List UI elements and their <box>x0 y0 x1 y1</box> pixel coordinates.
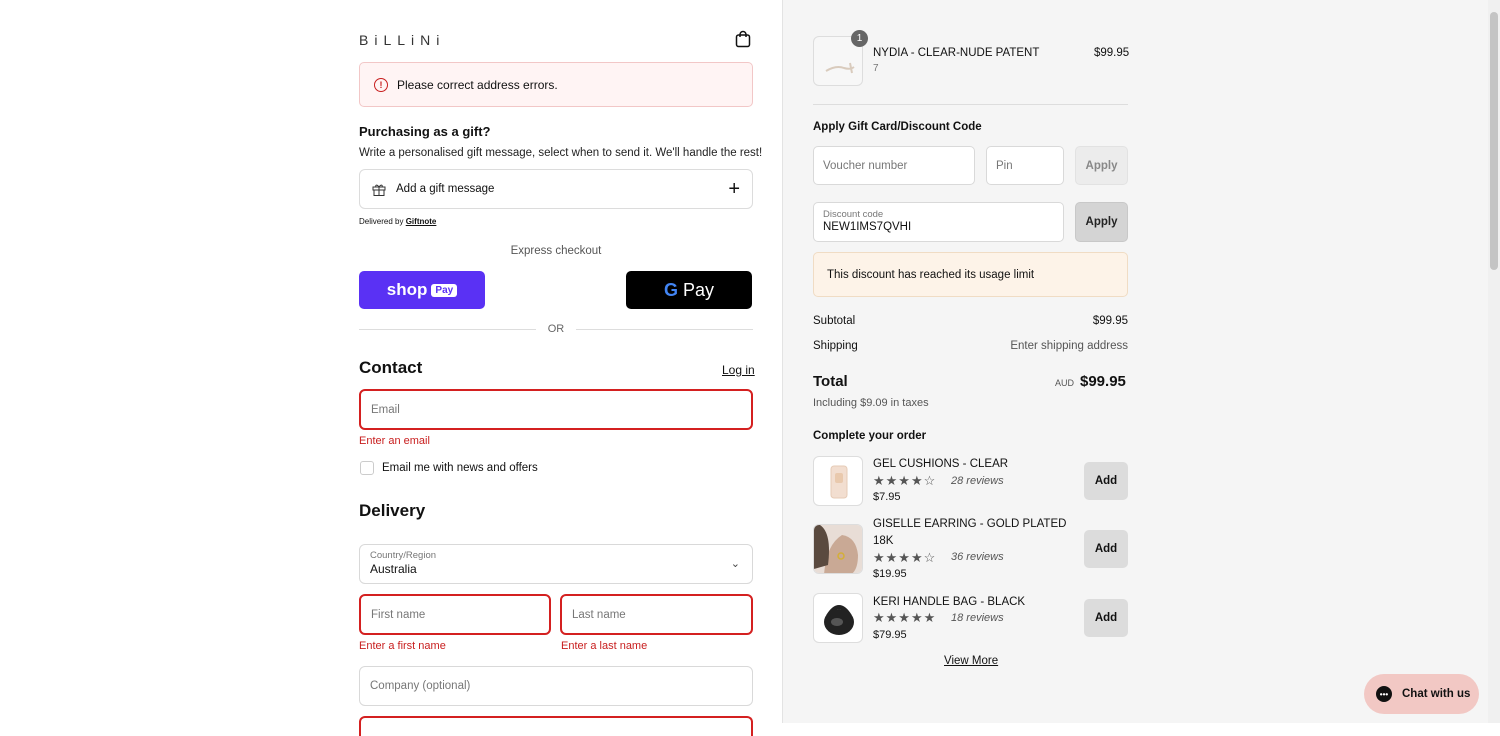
total-currency: AUD <box>1055 378 1075 388</box>
rating-stars: ★★★★★ <box>873 610 937 625</box>
upsell-item-name-line2: 18K <box>873 535 894 547</box>
rating-stars: ★★★★☆ <box>873 550 937 565</box>
chevron-down-icon: ⌄ <box>730 558 740 570</box>
country-select[interactable]: Country/Region Australia ⌄ <box>359 544 753 584</box>
upsell-item-image <box>813 456 863 506</box>
company-field[interactable]: Company (optional) <box>359 666 753 706</box>
total-label: Total <box>813 373 848 390</box>
or-label: OR <box>547 323 565 335</box>
quantity-badge: 1 <box>851 30 868 47</box>
add-upsell-button[interactable]: Add <box>1084 599 1128 637</box>
shop-pay-wordmark: shop <box>386 280 428 299</box>
black-bag-image <box>824 605 854 635</box>
google-pay-label: Pay <box>682 279 715 300</box>
upsell-item-price: $7.95 <box>873 491 901 503</box>
google-pay-button[interactable]: G Pay <box>626 271 752 309</box>
voucher-apply-button[interactable]: Apply <box>1075 146 1128 185</box>
review-count[interactable]: 28 reviews <box>951 475 1004 487</box>
shop-pay-badge: Pay <box>431 283 458 297</box>
email-error: Enter an email <box>359 435 430 447</box>
add-upsell-button[interactable]: Add <box>1084 462 1128 500</box>
shopping-bag-icon[interactable] <box>734 30 752 48</box>
complete-order-heading: Complete your order <box>813 430 927 442</box>
last-name-error: Enter a last name <box>561 640 648 652</box>
gift-heading: Purchasing as a gift? <box>359 124 491 139</box>
giftnote-link[interactable]: Giftnote <box>406 217 437 226</box>
scrollbar[interactable] <box>1488 0 1500 723</box>
cart-item-price: $99.95 <box>1094 47 1130 59</box>
error-banner-text: Please correct address errors. <box>397 77 558 92</box>
first-name-error: Enter a first name <box>359 640 446 652</box>
upsell-item-image <box>813 593 863 643</box>
email-field[interactable]: Email <box>359 389 753 430</box>
apply-code-heading: Apply Gift Card/Discount Code <box>813 121 982 133</box>
cart-item-name: NYDIA - CLEAR-NUDE PATENT <box>873 47 1040 59</box>
gel-cushion-image <box>830 465 848 499</box>
delivered-by-label: Delivered by <box>359 217 404 226</box>
discount-code-field[interactable]: Discount code NEW1IMS7QVHI <box>813 202 1064 242</box>
view-more-link[interactable]: View More <box>944 655 998 667</box>
discount-error-notice: This discount has reached its usage limi… <box>813 252 1128 297</box>
total-value: $99.95 <box>1080 373 1126 390</box>
shipping-value: Enter shipping address <box>1010 340 1128 352</box>
review-count[interactable]: 18 reviews <box>951 612 1004 624</box>
add-gift-message-button[interactable]: Add a gift message + <box>359 169 753 209</box>
divider-line <box>576 328 753 330</box>
earring-model-image <box>814 525 862 573</box>
shipping-label: Shipping <box>813 340 858 352</box>
subtotal-value: $99.95 <box>1092 315 1128 327</box>
subtotal-label: Subtotal <box>813 315 856 327</box>
pin-input[interactable]: Pin <box>986 146 1064 185</box>
country-label: Country/Region <box>370 550 437 561</box>
delivery-heading: Delivery <box>359 501 426 520</box>
or-divider: OR <box>359 323 753 335</box>
cart-item-variant: 7 <box>873 63 879 74</box>
discount-code-label: Discount code <box>823 209 884 220</box>
add-upsell-button[interactable]: Add <box>1084 530 1128 568</box>
voucher-input[interactable]: Voucher number <box>813 146 975 185</box>
plus-icon: + <box>728 177 740 200</box>
rating-stars: ★★★★☆ <box>873 473 937 488</box>
review-count[interactable]: 36 reviews <box>951 551 1004 563</box>
chat-label: Chat with us <box>1402 688 1471 700</box>
brand-logo[interactable]: BiLLiNi <box>359 32 445 48</box>
upsell-item-image <box>813 524 863 574</box>
chat-icon: ••• <box>1376 686 1392 702</box>
discount-code-value: NEW1IMS7QVHI <box>823 221 912 233</box>
last-name-field[interactable]: Last name <box>560 594 753 635</box>
first-name-field[interactable]: First name <box>359 594 551 635</box>
error-icon: ! <box>374 77 388 92</box>
gift-description: Write a personalised gift message, selec… <box>359 147 763 159</box>
tax-note: Including $9.09 in taxes <box>813 397 929 409</box>
scrollbar-thumb[interactable] <box>1490 12 1498 270</box>
login-link[interactable]: Log in <box>722 363 755 377</box>
google-g-icon: G <box>663 279 678 300</box>
gift-message-label: Add a gift message <box>396 183 495 195</box>
upsell-item-name: KERI HANDLE BAG - BLACK <box>873 596 1026 608</box>
country-value: Australia <box>370 562 417 576</box>
summary-divider <box>813 104 1128 105</box>
address-field[interactable] <box>359 716 753 736</box>
express-checkout-label: Express checkout <box>510 245 602 257</box>
upsell-item-price: $79.95 <box>873 629 907 641</box>
chat-widget-button[interactable]: ••• Chat with us <box>1364 674 1479 714</box>
address-error-banner: ! Please correct address errors. <box>359 62 753 107</box>
shop-pay-button[interactable]: shop Pay <box>359 271 485 309</box>
upsell-item-name: GEL CUSHIONS - CLEAR <box>873 458 1009 470</box>
upsell-item-price: $19.95 <box>873 568 907 580</box>
divider-line <box>359 328 536 330</box>
contact-heading: Contact <box>359 358 423 377</box>
delivered-by: Delivered by Giftnote <box>359 217 436 226</box>
upsell-item-name: GISELLE EARRING - GOLD PLATED <box>873 518 1067 530</box>
gift-icon <box>372 184 386 196</box>
discount-apply-button[interactable]: Apply <box>1075 202 1128 242</box>
news-checkbox[interactable] <box>360 461 374 475</box>
news-checkbox-label[interactable]: Email me with news and offers <box>382 462 538 474</box>
